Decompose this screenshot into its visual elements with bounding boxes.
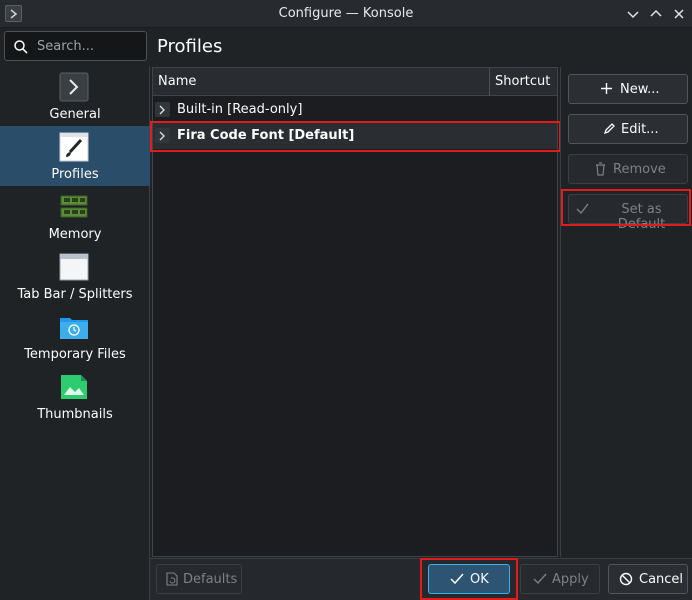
folder-clock-icon	[59, 312, 89, 342]
button-label: Set as Default	[617, 202, 666, 232]
sidebar-item-label: Thumbnails	[37, 407, 113, 422]
row-divider	[177, 121, 489, 122]
minimize-icon[interactable]	[624, 5, 642, 23]
sidebar-item-label: Tab Bar / Splitters	[17, 287, 133, 302]
image-icon	[59, 372, 89, 402]
search-placeholder: Search...	[37, 39, 95, 54]
sidebar-item-general[interactable]: General	[0, 66, 150, 126]
memory-icon	[59, 192, 89, 222]
cancel-icon	[619, 572, 633, 590]
profile-name: Built-in [Read-only]	[177, 102, 303, 117]
profiles-table: Name Shortcut Built-in [Read-only] Fira …	[152, 67, 558, 557]
sidebar-item-label: Temporary Files	[24, 347, 126, 362]
sidebar-item-label: Profiles	[51, 167, 99, 182]
sidebar-item-thumbnails[interactable]: Thumbnails	[0, 366, 150, 426]
chevron-right-icon[interactable]	[155, 128, 170, 143]
sidebar-item-label: General	[49, 107, 101, 122]
button-label: OK	[470, 572, 489, 587]
sidebar-item-tab-bar-splitters[interactable]: Tab Bar / Splitters	[0, 246, 150, 306]
button-label: Apply	[552, 572, 589, 587]
ok-button[interactable]: OK	[428, 564, 510, 594]
button-label: Cancel	[639, 572, 684, 587]
plus-icon	[600, 82, 613, 99]
page-title: Profiles	[157, 36, 223, 57]
new-profile-button[interactable]: New...	[568, 74, 688, 104]
trash-icon	[594, 162, 607, 180]
button-label: Edit...	[621, 122, 659, 137]
document-revert-icon	[166, 572, 178, 590]
defaults-button[interactable]: Defaults	[156, 564, 242, 594]
table-row[interactable]: Built-in [Read-only]	[153, 97, 557, 123]
search-icon	[13, 39, 29, 59]
sidebar-item-label: Memory	[48, 227, 102, 242]
remove-profile-button[interactable]: Remove	[568, 154, 688, 184]
title-bar: Configure — Konsole	[0, 0, 692, 28]
brush-icon	[59, 132, 89, 162]
close-icon[interactable]	[670, 5, 688, 23]
column-header-shortcut[interactable]: Shortcut	[495, 74, 550, 89]
table-row[interactable]: Fira Code Font [Default]	[153, 123, 557, 149]
sidebar-item-memory[interactable]: Memory	[0, 186, 150, 246]
search-input[interactable]: Search...	[4, 31, 147, 61]
cancel-button[interactable]: Cancel	[608, 564, 688, 594]
apply-button[interactable]: Apply	[520, 564, 600, 594]
pencil-icon	[603, 122, 616, 139]
column-header-name[interactable]: Name	[158, 74, 196, 89]
sidebar-item-profiles[interactable]: Profiles	[0, 126, 150, 186]
checkmark-icon	[576, 202, 589, 219]
button-label: New...	[620, 82, 660, 97]
window-icon	[59, 252, 89, 282]
button-label: Remove	[613, 162, 666, 177]
table-header: Name Shortcut	[153, 68, 557, 96]
set-as-default-button[interactable]: Set as Default	[568, 194, 688, 232]
column-divider[interactable]	[489, 68, 490, 96]
edit-profile-button[interactable]: Edit...	[568, 114, 688, 144]
chevron-right-icon	[59, 72, 89, 102]
sidebar: General Profiles Memory Tab Bar / Splitt…	[0, 66, 150, 600]
profile-name: Fira Code Font [Default]	[177, 128, 355, 143]
maximize-icon[interactable]	[647, 5, 665, 23]
checkmark-icon	[533, 572, 547, 589]
chevron-right-icon[interactable]	[155, 102, 170, 117]
button-label: Defaults	[183, 572, 238, 587]
sidebar-item-temporary-files[interactable]: Temporary Files	[0, 306, 150, 366]
window-title: Configure — Konsole	[278, 6, 414, 21]
checkmark-icon	[450, 572, 464, 589]
